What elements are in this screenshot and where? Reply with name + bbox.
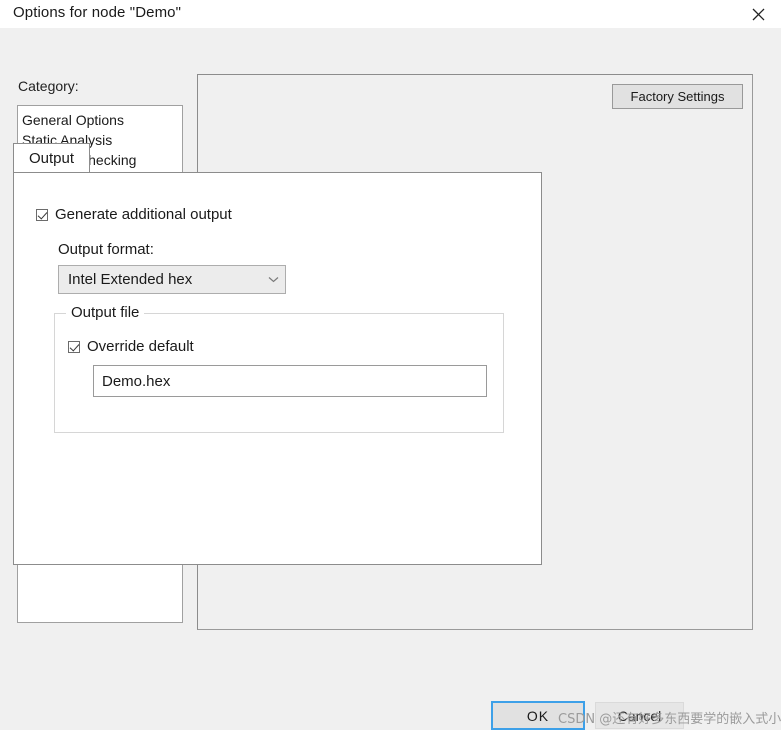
ok-button[interactable]: OK (491, 701, 585, 730)
chevron-down-icon (261, 276, 285, 283)
close-icon (752, 8, 765, 21)
tab-output[interactable]: Output (13, 143, 91, 173)
sidebar-item-general-options[interactable]: General Options (18, 110, 182, 130)
title-bar: Options for node "Demo" (0, 0, 781, 29)
output-format-value: Intel Extended hex (68, 271, 193, 288)
override-default-row[interactable]: Override default (68, 338, 194, 355)
generate-additional-output-label: Generate additional output (55, 206, 232, 223)
factory-settings-button[interactable]: Factory Settings (612, 84, 743, 109)
dialog-body: Category: General Options Static Analysis… (0, 28, 781, 730)
tab-strip: Output (13, 143, 542, 173)
output-filename-input[interactable] (93, 365, 487, 397)
override-default-checkbox[interactable] (68, 340, 80, 353)
output-format-select[interactable]: Intel Extended hex (58, 265, 286, 294)
window-title: Options for node "Demo" (13, 4, 182, 21)
generate-additional-output-row[interactable]: Generate additional output (36, 206, 232, 223)
close-button[interactable] (735, 0, 781, 28)
output-format-label: Output format: (58, 241, 154, 258)
output-file-legend: Output file (66, 304, 145, 321)
cancel-button[interactable]: Cancel (595, 702, 684, 729)
override-default-label: Override default (87, 338, 194, 355)
output-file-group: Output file Override default (54, 304, 504, 433)
tab-content-output: Generate additional output Output format… (13, 172, 542, 565)
generate-additional-output-checkbox[interactable] (36, 208, 48, 221)
category-label: Category: (18, 78, 79, 94)
